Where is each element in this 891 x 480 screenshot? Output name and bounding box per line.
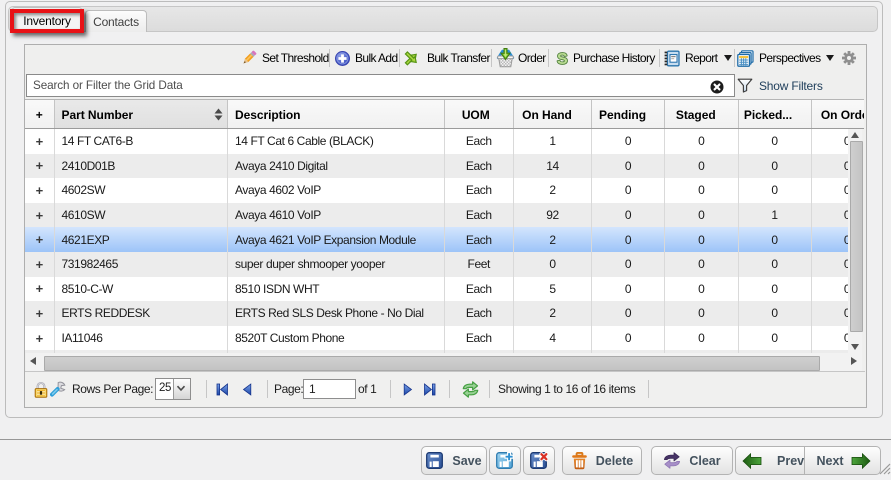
svg-text:S: S <box>557 51 568 67</box>
